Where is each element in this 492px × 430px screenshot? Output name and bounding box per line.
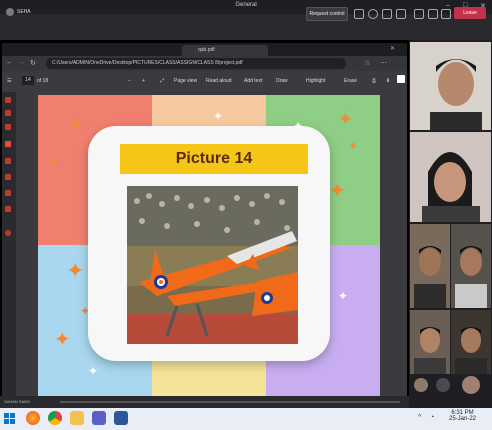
aircraft-photo <box>127 186 298 344</box>
add-text-button[interactable]: Add text <box>244 78 262 84</box>
word-icon[interactable] <box>114 411 128 425</box>
self-view-avatar[interactable] <box>462 376 480 394</box>
zoom-in-icon[interactable]: + <box>142 78 145 84</box>
reactions-icon[interactable] <box>382 9 392 19</box>
browser-menu-icon[interactable]: ⋯ <box>380 59 387 67</box>
star-decoration: ✦ <box>328 178 347 203</box>
taskbar-clock[interactable]: 6:31 PM 25-Jan-22 <box>449 410 476 422</box>
microphone-icon[interactable] <box>428 9 438 19</box>
chrome-icon[interactable] <box>48 411 62 425</box>
star-decoration: ✦ <box>68 114 84 134</box>
sidebar-icon-7[interactable] <box>5 190 11 196</box>
participant-video-1[interactable] <box>410 42 491 130</box>
sidebar-icon-4[interactable] <box>5 141 11 147</box>
white-star-decoration: ✦ <box>338 289 349 303</box>
sidebar-icon-2[interactable] <box>5 110 11 116</box>
teams-icon[interactable] <box>92 411 106 425</box>
sidebar-icon-3[interactable] <box>5 124 11 130</box>
page-view-button[interactable]: Page view <box>174 78 197 84</box>
sharer-avatar <box>6 8 14 16</box>
draw-button[interactable]: Draw <box>276 78 288 84</box>
camera-icon[interactable] <box>414 9 424 19</box>
print-icon[interactable]: ⎙ <box>372 78 376 84</box>
page-total: of 18 <box>37 78 49 84</box>
star-decoration: ✦ <box>48 154 60 170</box>
start-icon[interactable] <box>4 412 16 424</box>
favorites-icon[interactable]: ☆ <box>364 59 370 67</box>
participant-face <box>414 327 446 374</box>
participant-video-5[interactable] <box>410 310 450 374</box>
read-aloud-button[interactable]: Read aloud <box>206 78 232 84</box>
participant-face <box>455 327 487 374</box>
erase-button[interactable]: Erase <box>344 78 357 84</box>
participant-video-2[interactable] <box>410 132 491 222</box>
file-explorer-icon[interactable] <box>70 411 84 425</box>
zoom-out-icon[interactable]: − <box>128 78 131 84</box>
more-participants-avatar[interactable] <box>436 378 450 392</box>
network-icon[interactable]: ◔ <box>430 414 434 421</box>
share-footer: SAHAN SABO <box>0 396 409 408</box>
white-star-decoration: ✦ <box>88 364 99 378</box>
participant-video-6[interactable] <box>451 310 491 374</box>
participant-face <box>455 246 487 308</box>
contents-icon[interactable]: ☰ <box>7 78 11 84</box>
sidebar-icon-6[interactable] <box>5 174 11 180</box>
star-decoration: ✦ <box>338 109 354 129</box>
firefox-icon[interactable] <box>26 411 40 425</box>
share-tray-icon[interactable] <box>441 9 451 19</box>
page-number-input[interactable]: 14 <box>22 76 34 85</box>
people-icon[interactable] <box>368 9 378 19</box>
participant-video-4[interactable] <box>451 224 491 308</box>
save-icon[interactable]: ⬇ <box>386 78 390 84</box>
presenter-label: SAHAN SABO <box>4 399 31 404</box>
chat-icon[interactable] <box>354 9 364 19</box>
star-decoration: ✦ <box>66 258 85 283</box>
participant-face <box>422 152 480 222</box>
sidebar-icon-1[interactable] <box>5 97 11 103</box>
participant-face <box>414 246 446 308</box>
refresh-icon[interactable]: ↻ <box>30 59 36 67</box>
share-scrollbar[interactable] <box>60 401 400 403</box>
browser-tab[interactable]: qab.pdf <box>182 45 268 56</box>
participant-avatar[interactable] <box>414 378 428 392</box>
sharer-name: SEHA <box>17 9 31 15</box>
forward-icon[interactable]: → <box>18 59 25 66</box>
participant-video-3[interactable] <box>410 224 450 308</box>
url-input[interactable]: C:/Users/ADMIN/OneDrive/Desktop/PICTURES… <box>46 58 346 69</box>
star-decoration: ✦ <box>54 329 71 351</box>
white-star-decoration: ✦ <box>213 109 224 123</box>
back-icon[interactable]: ← <box>6 59 13 66</box>
leave-button[interactable]: Leave <box>454 7 486 19</box>
more-options-icon[interactable] <box>396 9 406 19</box>
browser-close-icon[interactable]: ✕ <box>390 45 395 52</box>
minimize-icon[interactable]: – <box>446 2 450 9</box>
sidebar-icon-5[interactable] <box>5 158 11 164</box>
edge-sidebar <box>2 92 16 396</box>
sidebar-icon-9[interactable] <box>5 230 11 236</box>
star-decoration: ✦ <box>348 139 359 153</box>
tray-chevron-icon[interactable]: ^ <box>418 414 421 421</box>
fit-page-icon[interactable]: ⤢ <box>160 78 164 84</box>
picture-title: Picture 14 <box>175 150 253 167</box>
pin-toolbar-icon[interactable] <box>397 75 405 83</box>
highlight-button[interactable]: Highlight <box>306 78 325 84</box>
participant-face <box>430 59 482 130</box>
clock-date: 25-Jan-22 <box>449 416 477 422</box>
sidebar-icon-8[interactable] <box>5 206 11 212</box>
request-control-button[interactable]: Request control <box>306 7 348 21</box>
window-title: General <box>235 2 257 8</box>
